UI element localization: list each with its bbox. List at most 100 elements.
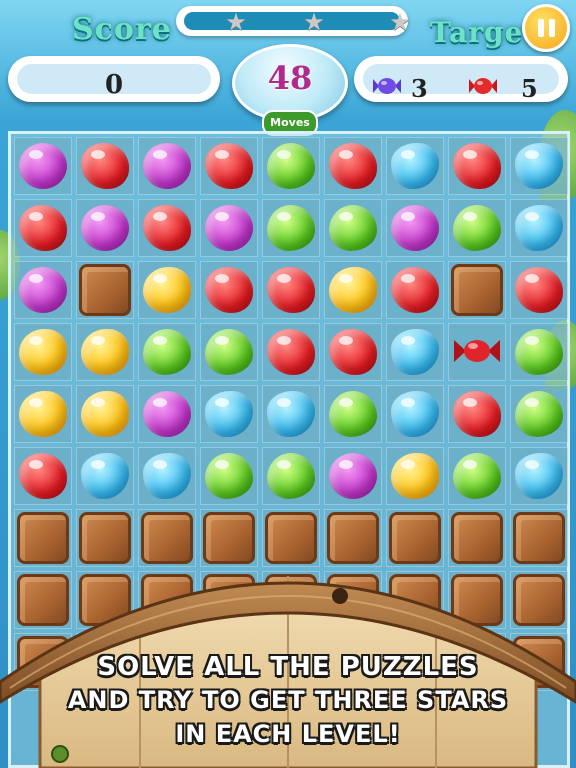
- board-cell[interactable]: [448, 199, 506, 257]
- board-cell[interactable]: [200, 447, 258, 505]
- board-cell[interactable]: [76, 323, 134, 381]
- purple-gem: [19, 143, 67, 189]
- board-cell[interactable]: [386, 261, 444, 319]
- board-cell[interactable]: [76, 571, 134, 629]
- board-cell[interactable]: [324, 385, 382, 443]
- wooden-crate-block: [389, 574, 441, 626]
- board-cell[interactable]: [262, 385, 320, 443]
- board-cell[interactable]: [386, 385, 444, 443]
- board-cell[interactable]: [448, 261, 506, 319]
- board-cell[interactable]: [386, 323, 444, 381]
- purple-gem: [19, 267, 67, 313]
- board-cell[interactable]: [14, 199, 72, 257]
- board-cell[interactable]: [76, 261, 134, 319]
- board-cell[interactable]: [510, 261, 568, 319]
- board-cell[interactable]: [448, 571, 506, 629]
- board-cell[interactable]: [138, 571, 196, 629]
- board-cell[interactable]: [510, 385, 568, 443]
- board-cell[interactable]: [510, 137, 568, 195]
- board-cell[interactable]: [324, 447, 382, 505]
- board-cell[interactable]: [324, 509, 382, 567]
- board-cell[interactable]: [386, 199, 444, 257]
- red-gem: [267, 329, 315, 375]
- board-cell[interactable]: [138, 509, 196, 567]
- board-cell[interactable]: [138, 261, 196, 319]
- board-cell[interactable]: [14, 509, 72, 567]
- pause-button[interactable]: [522, 4, 570, 52]
- board-cell[interactable]: [448, 385, 506, 443]
- banner-line-1: SOLVE ALL THE PUZZLES: [97, 652, 479, 682]
- board-cell[interactable]: [510, 199, 568, 257]
- blue-gem: [515, 205, 563, 251]
- board-cell[interactable]: [386, 571, 444, 629]
- red-gem: [515, 267, 563, 313]
- board-cell[interactable]: [14, 137, 72, 195]
- purple-gem: [205, 205, 253, 251]
- blue-gem: [267, 391, 315, 437]
- board-cell[interactable]: [14, 571, 72, 629]
- board-cell[interactable]: [510, 447, 568, 505]
- board-cell[interactable]: [138, 323, 196, 381]
- board-cell[interactable]: [386, 447, 444, 505]
- board-cell[interactable]: [324, 571, 382, 629]
- red-gem: [453, 391, 501, 437]
- board-cell[interactable]: [324, 261, 382, 319]
- board-cell[interactable]: [76, 447, 134, 505]
- red-gem: [391, 267, 439, 313]
- board-cell[interactable]: [200, 509, 258, 567]
- board-cell[interactable]: [262, 261, 320, 319]
- board-cell[interactable]: [448, 323, 506, 381]
- board-cell[interactable]: [14, 385, 72, 443]
- board-cell[interactable]: [262, 323, 320, 381]
- board-cell[interactable]: [76, 199, 134, 257]
- board-cell[interactable]: [76, 509, 134, 567]
- board-cell[interactable]: [262, 199, 320, 257]
- board-cell[interactable]: [200, 261, 258, 319]
- board-cell[interactable]: [386, 137, 444, 195]
- board-cell[interactable]: [200, 385, 258, 443]
- board-cell[interactable]: [14, 323, 72, 381]
- board-cell[interactable]: [324, 199, 382, 257]
- board-cell[interactable]: [138, 385, 196, 443]
- wrapped-candy-red: [454, 340, 500, 362]
- board-cell[interactable]: [262, 509, 320, 567]
- board-cell[interactable]: [324, 323, 382, 381]
- board-cell[interactable]: [262, 447, 320, 505]
- board-cell[interactable]: [448, 509, 506, 567]
- green-gem: [143, 329, 191, 375]
- board-cell[interactable]: [138, 137, 196, 195]
- board-cell[interactable]: [262, 571, 320, 629]
- board-cell[interactable]: [510, 323, 568, 381]
- board-cell[interactable]: [448, 137, 506, 195]
- board-cell[interactable]: [510, 571, 568, 629]
- board-cell[interactable]: [324, 137, 382, 195]
- board-cell[interactable]: [510, 509, 568, 567]
- board-cell[interactable]: [76, 137, 134, 195]
- board-cell[interactable]: [76, 385, 134, 443]
- wooden-crate-block: [327, 512, 379, 564]
- board-cell[interactable]: [200, 323, 258, 381]
- board-cell[interactable]: [200, 137, 258, 195]
- board-cell[interactable]: [138, 199, 196, 257]
- wooden-crate-block: [451, 512, 503, 564]
- board-cell[interactable]: [138, 447, 196, 505]
- board-cell[interactable]: [200, 571, 258, 629]
- yellow-gem: [19, 329, 67, 375]
- board-cell[interactable]: [386, 509, 444, 567]
- board-cell[interactable]: [262, 137, 320, 195]
- green-gem: [267, 205, 315, 251]
- wooden-crate-block: [389, 512, 441, 564]
- star-icon: ★: [389, 8, 411, 36]
- board-cell[interactable]: [14, 261, 72, 319]
- green-gem: [453, 453, 501, 499]
- wooden-crate-block: [203, 512, 255, 564]
- board-cell[interactable]: [448, 447, 506, 505]
- blue-gem: [515, 453, 563, 499]
- purple-candy-icon: [373, 78, 401, 94]
- red-gem: [19, 453, 67, 499]
- red-gem: [205, 267, 253, 313]
- board-cell[interactable]: [200, 199, 258, 257]
- green-gem: [267, 453, 315, 499]
- board-cell[interactable]: [14, 447, 72, 505]
- score-value: 0: [104, 70, 124, 100]
